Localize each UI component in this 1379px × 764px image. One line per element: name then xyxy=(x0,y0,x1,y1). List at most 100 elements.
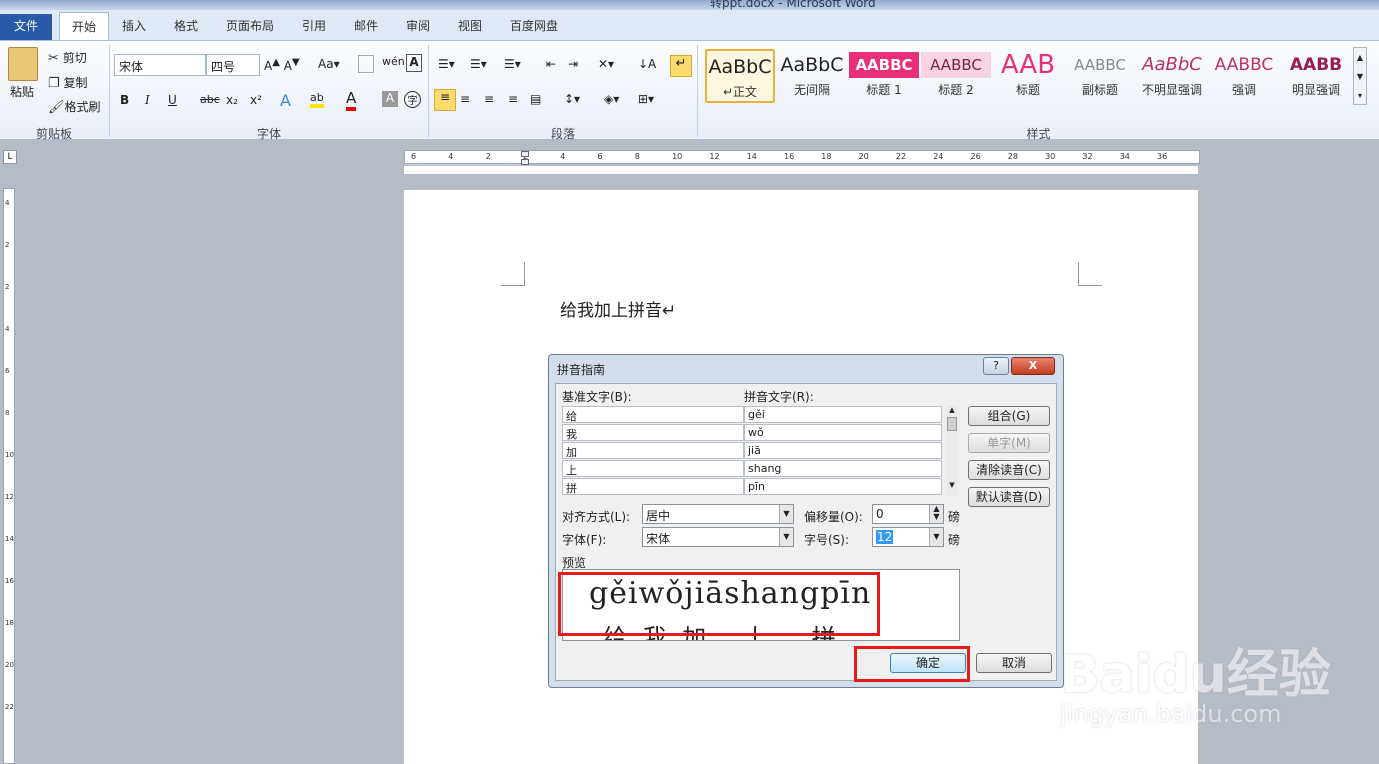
indent-marker[interactable] xyxy=(521,151,529,157)
tab-format[interactable]: 格式 xyxy=(174,17,198,34)
font-label: 字体(F): xyxy=(562,533,607,547)
horizontal-ruler[interactable]: 64224681012141618202224262830323436 xyxy=(404,150,1200,165)
style-name: 标题 1 xyxy=(866,83,902,97)
offset-spinner[interactable]: 0 ▲ ▼ xyxy=(872,504,944,524)
clear-format-icon[interactable] xyxy=(358,55,374,73)
paste-icon[interactable] xyxy=(8,47,38,81)
pinyin-text-label: 拼音文字(R): xyxy=(744,390,814,404)
font-size-combo[interactable]: 四号 xyxy=(206,54,260,76)
default-reading-button[interactable]: 默认读音(D) xyxy=(968,487,1050,507)
style-intense-emphasis[interactable]: AABB 明显强调 xyxy=(1281,49,1351,103)
align-left-icon[interactable]: ≡ xyxy=(434,89,456,111)
bullets-icon[interactable]: ☰▾ xyxy=(438,57,455,71)
distributed-icon[interactable]: ▤ xyxy=(530,92,541,106)
underline-button[interactable]: U xyxy=(168,93,177,107)
shading-icon[interactable]: ◈▾ xyxy=(604,92,619,106)
base-cell[interactable]: 拼 xyxy=(562,478,744,495)
italic-button[interactable]: I xyxy=(145,93,150,107)
style-emphasis[interactable]: AABBC 强调 xyxy=(1209,49,1279,103)
help-button[interactable]: ? xyxy=(983,357,1009,375)
ruler-tick-label: 24 xyxy=(933,152,944,161)
bold-button[interactable]: B xyxy=(120,93,129,107)
grow-font-icon[interactable]: A▲ A▼ xyxy=(264,57,300,73)
tab-view[interactable]: 视图 xyxy=(458,17,482,34)
size-select[interactable]: 12 ▼ xyxy=(872,527,944,547)
indent-marker[interactable] xyxy=(521,159,529,165)
decrease-indent-icon[interactable]: ⇤ xyxy=(546,57,556,71)
style-subtle-emphasis[interactable]: AaBbC 不明显强调 xyxy=(1137,49,1207,103)
pinyin-cell[interactable]: shang xyxy=(744,460,942,477)
ruler-tick-label: 4 xyxy=(560,152,566,161)
ruler-tick-label: 26 xyxy=(970,152,981,161)
copy-button[interactable]: ❐ 复制 xyxy=(48,74,88,91)
line-spacing-icon[interactable]: ↕▾ xyxy=(564,92,580,106)
justify-icon[interactable]: ≡ xyxy=(508,92,518,106)
font-name-combo[interactable]: 宋体 xyxy=(114,54,206,76)
tab-home[interactable]: 开始 xyxy=(59,12,109,41)
alignment-value: 居中 xyxy=(646,509,671,523)
tab-baidu-netdisk[interactable]: 百度网盘 xyxy=(510,17,558,34)
strikethrough-button[interactable]: abc xyxy=(200,93,220,106)
font-color-icon[interactable]: A xyxy=(346,89,357,111)
paste-button[interactable]: 粘贴 xyxy=(10,83,34,100)
size-unit: 磅 xyxy=(948,533,961,547)
base-cell[interactable]: 给 xyxy=(562,406,744,423)
style-title[interactable]: AAB 标题 xyxy=(993,49,1063,103)
pinyin-cell[interactable]: wǒ xyxy=(744,424,942,441)
superscript-icon[interactable]: x² xyxy=(250,93,262,107)
tab-file[interactable]: 文件 xyxy=(0,14,52,40)
phonetic-guide-icon[interactable]: wén xyxy=(382,55,405,68)
tab-page-layout[interactable]: 页面布局 xyxy=(226,17,274,34)
sort-icon[interactable]: ↓A xyxy=(638,57,656,71)
style-no-spacing[interactable]: AaBbC 无间隔 xyxy=(777,49,847,103)
cancel-button[interactable]: 取消 xyxy=(976,653,1052,673)
alignment-select[interactable]: 居中 ▼ xyxy=(642,504,794,524)
tab-references[interactable]: 引用 xyxy=(302,17,326,34)
subscript-icon[interactable]: x₂ xyxy=(226,93,238,107)
scissors-icon: ✂ xyxy=(48,51,59,66)
style-normal[interactable]: AaBbC ↵正文 xyxy=(705,49,775,103)
pinyin-cell[interactable]: gěi xyxy=(744,406,942,423)
font-select[interactable]: 宋体 ▼ xyxy=(642,527,794,547)
base-cell[interactable]: 加 xyxy=(562,442,744,459)
change-case-icon[interactable]: Aa▾ xyxy=(318,57,340,71)
style-subtitle[interactable]: AABBC 副标题 xyxy=(1065,49,1135,103)
align-center-icon[interactable]: ≡ xyxy=(460,92,470,106)
borders-icon[interactable]: ⊞▾ xyxy=(638,92,654,106)
close-button[interactable]: X xyxy=(1011,357,1055,375)
document-text[interactable]: 给我加上拼音↵ xyxy=(560,296,676,321)
ruler-tick-label: 2 xyxy=(5,283,10,291)
chinese-layout-icon[interactable]: ✕▾ xyxy=(598,57,614,71)
group-button[interactable]: 组合(G) xyxy=(968,406,1050,426)
table-scrollbar[interactable]: ▲ ▼ xyxy=(946,406,958,496)
format-painter-button[interactable]: 🖌格式刷 xyxy=(48,98,101,115)
tab-insert[interactable]: 插入 xyxy=(122,17,146,34)
highlight-icon[interactable]: ab xyxy=(310,91,324,108)
numbering-icon[interactable]: ☰▾ xyxy=(470,57,487,71)
single-char-button[interactable]: 单字(M) xyxy=(968,433,1050,453)
base-cell[interactable]: 我 xyxy=(562,424,744,441)
chevron-down-icon: ▼ xyxy=(779,528,793,546)
char-shading-icon[interactable]: A xyxy=(382,91,398,107)
increase-indent-icon[interactable]: ⇥ xyxy=(568,57,578,71)
align-right-icon[interactable]: ≡ xyxy=(484,92,494,106)
clear-reading-button[interactable]: 清除读音(C) xyxy=(968,460,1050,480)
pinyin-cell[interactable]: jiā xyxy=(744,442,942,459)
cut-button[interactable]: ✂ 剪切 xyxy=(48,49,87,66)
tab-review[interactable]: 审阅 xyxy=(406,17,430,34)
char-border-icon[interactable]: A xyxy=(406,54,422,72)
base-cell[interactable]: 上 xyxy=(562,460,744,477)
tab-stop-selector[interactable]: L xyxy=(3,150,17,164)
text-effects-icon[interactable]: A xyxy=(280,91,291,110)
vertical-ruler[interactable]: 4 2 2 4 6 8 10 12 14 16 18 20 22 xyxy=(3,188,15,764)
multilevel-list-icon[interactable]: ☰▾ xyxy=(504,57,521,71)
pinyin-cell[interactable]: pīn xyxy=(744,478,942,495)
style-preview: AABB xyxy=(1289,55,1343,75)
styles-scroll[interactable]: ▲ ▼ ▾ xyxy=(1353,47,1367,105)
enclose-char-icon[interactable]: 字 xyxy=(404,91,421,108)
style-heading-1[interactable]: AABBC 标题 1 xyxy=(849,49,919,103)
style-name: 不明显强调 xyxy=(1141,83,1202,97)
tab-mailings[interactable]: 邮件 xyxy=(354,17,378,34)
show-marks-icon[interactable]: ↵ xyxy=(670,55,692,77)
style-heading-2[interactable]: AABBC 标题 2 xyxy=(921,49,991,103)
